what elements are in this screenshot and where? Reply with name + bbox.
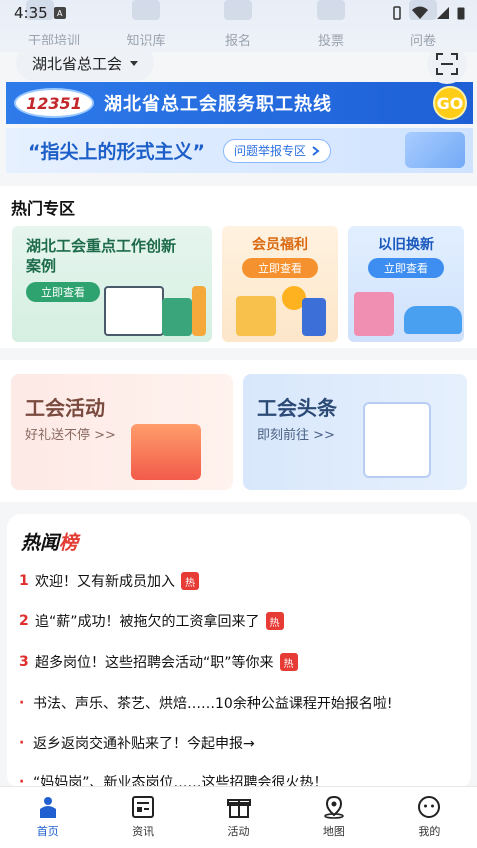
news-item[interactable]: · 书法、声乐、茶艺、烘焙……10余种公益课程开始报名啦! [19,693,392,713]
hot-card-title: 会员福利 [252,237,308,253]
phone-illustration [405,132,465,168]
union-activity-card[interactable]: 工会活动 好礼送不停 >> [11,374,233,490]
hot-news-title: 热闻榜 [21,532,79,554]
scan-button[interactable] [427,44,467,84]
news-item[interactable]: 3 超多岗位！这些招聘会活动“职”等你来 热 [19,652,298,672]
hot-tag: 热 [181,572,199,590]
hot-tag: 热 [279,653,298,671]
tab-home[interactable]: 首页 [0,787,95,848]
union-activity-title: 工会活动 [25,396,105,420]
news-item[interactable]: · 返乡返岗交通补贴来了！今起申报→ [19,733,255,753]
gift-icon [226,799,251,818]
binders-illustration [192,286,206,336]
car-illustration [404,306,462,334]
news-item[interactable]: 2 追“薪”成功！被拖欠的工资拿回来了 热 [19,611,284,631]
formalism-text: “指尖上的形式主义” [28,141,205,163]
bottom-tab-bar: 首页 资讯 活动 地图 我的 [0,786,477,848]
notification-icon: A [53,7,66,19]
union-headlines-subtitle: 即刻前往 >> [257,428,335,443]
runner-illustration [302,298,326,336]
view-now-button[interactable]: 立即查看 [26,282,100,302]
hot-news-panel: 热闻榜 1 欢迎！又有新成员加入 热 2 追“薪”成功！被拖欠的工资拿回来了 热… [7,514,471,789]
hot-card-title: 以旧换新 [378,237,434,253]
scan-icon [436,53,458,75]
news-item[interactable]: 1 欢迎！又有新成员加入 热 [19,571,199,591]
bullet-icon: · [19,735,25,751]
top-nav-item-signup[interactable]: 报名 [198,30,278,49]
tab-map[interactable]: 地图 [286,787,381,848]
news-item-text: 超多岗位！这些招聘会活动“职”等你来 [35,655,274,671]
formalism-banner[interactable]: “指尖上的形式主义” 问题举报专区 [6,128,473,173]
hot-zone-title: 热门专区 [11,199,76,218]
report-zone-label: 问题举报专区 [233,144,306,158]
hot-card-trade-in[interactable]: 以旧换新 立即查看 [348,226,464,342]
view-now-button[interactable]: 立即查看 [242,258,318,278]
hot-card-title: 湖北工会重点工作创新案例 [26,237,177,275]
news-icon [132,796,155,818]
region-selector[interactable]: 湖北省总工会 [16,45,155,81]
caret-down-icon [130,60,139,66]
tab-profile[interactable]: 我的 [382,787,477,848]
tab-activity[interactable]: 活动 [191,787,286,848]
hot-card-member-welfare[interactable]: 会员福利 立即查看 [222,226,338,342]
union-headlines-title: 工会头条 [257,396,337,420]
person-illustration [162,298,192,336]
news-item-text: 欢迎！又有新成员加入 [35,574,175,590]
profile-icon [418,796,441,818]
gift-box-illustration [236,296,276,336]
signal-icon [437,7,449,19]
shopper-illustration [354,292,394,336]
news-item-text: 追“薪”成功！被拖欠的工资拿回来了 [35,614,260,630]
hotline-logo: 12351 [14,88,94,118]
chevron-right-icon [312,145,320,156]
union-activity-subtitle: 好礼送不停 >> [25,428,116,443]
region-label: 湖北省总工会 [32,54,123,73]
gift-box-illustration [131,424,201,480]
news-item-text: 书法、声乐、茶艺、烘焙……10余种公益课程开始报名啦! [33,696,393,712]
map-pin-icon [324,795,344,819]
activity-section: 工会活动 好礼送不停 >> 工会头条 即刻前往 >> [0,360,477,502]
hot-zone-section: 热门专区 湖北工会重点工作创新案例 立即查看 会员福利 立即查看 以旧换新 立即… [0,186,477,348]
hot-tag: 热 [265,612,284,630]
report-zone-button[interactable]: 问题举报专区 [222,138,331,163]
home-icon [39,797,56,818]
document-illustration [363,402,431,478]
status-time: 4:35 [14,4,48,22]
battery-icon [457,7,465,20]
hotline-text: 湖北省总工会服务职工热线 [104,94,332,115]
go-badge: GO [433,86,467,120]
hot-card-innovation[interactable]: 湖北工会重点工作创新案例 立即查看 [12,226,212,342]
vibrate-icon [393,6,401,20]
news-item-text: 返乡返岗交通补贴来了！今起申报→ [33,736,255,752]
top-nav-item-vote[interactable]: 投票 [291,30,371,49]
status-bar: 4:35 A [0,0,477,26]
wifi-icon [412,6,428,19]
union-headlines-card[interactable]: 工会头条 即刻前往 >> [243,374,467,490]
bullet-icon: · [19,695,25,711]
hotline-banner[interactable]: 12351 湖北省总工会服务职工热线 GO [6,82,473,124]
view-now-button[interactable]: 立即查看 [368,258,444,278]
desk-illustration [104,286,164,336]
tab-news[interactable]: 资讯 [95,787,190,848]
